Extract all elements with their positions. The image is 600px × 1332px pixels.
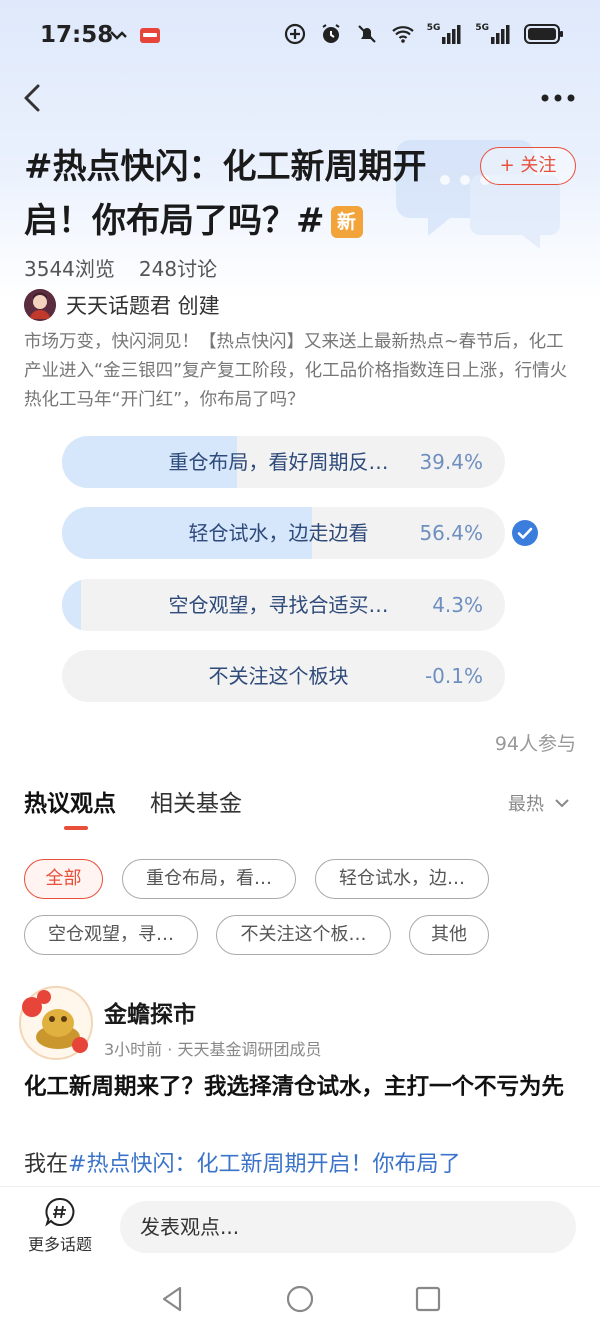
data-saver-icon — [284, 23, 305, 45]
filter-chip-all[interactable]: 全部 — [24, 859, 103, 899]
comment-input[interactable]: 发表观点... — [120, 1201, 576, 1253]
new-badge: 新 — [330, 206, 363, 238]
participant-count: 94人参与 — [494, 733, 576, 755]
tab-hot-opinions[interactable]: 热议观点 — [24, 784, 116, 818]
chevron-down-icon — [555, 799, 569, 808]
more-options-icon[interactable] — [540, 92, 576, 104]
poll-option-percent: 4.3% — [432, 593, 483, 617]
topic-title-text: #热点快闪：化工新周期开启！你布局了吗？# — [24, 147, 427, 241]
view-count: 3544浏览 — [24, 257, 115, 281]
poll-option-percent: 56.4% — [419, 521, 483, 545]
topic-stats: 3544浏览 248讨论 — [24, 253, 217, 282]
post-meta: 3小时前 · 天天基金调研团成员 — [104, 1040, 322, 1059]
nav-recents-square-icon[interactable] — [413, 1284, 443, 1314]
filter-chip-other[interactable]: 其他 — [409, 915, 489, 955]
more-topics-button[interactable]: 更多话题 — [24, 1197, 96, 1255]
notification-icons — [108, 24, 162, 48]
missed-call-icon — [110, 31, 127, 40]
poll-option[interactable]: 重仓布局，看好周期反… 39.4% — [62, 436, 505, 488]
mute-icon — [357, 25, 376, 43]
post-topic-link[interactable]: #热点快闪：化工新周期开启！你布局了 — [68, 1152, 460, 1177]
post-body-prefix: 我在 — [24, 1152, 69, 1177]
filter-chip[interactable]: 不关注这个板… — [216, 915, 391, 955]
poll-option-percent: -0.1% — [424, 664, 483, 688]
network-label: 5G — [426, 23, 441, 33]
bottom-bar: 更多话题 发表观点... — [0, 1186, 600, 1270]
creator-avatar — [24, 289, 56, 321]
wifi-icon — [391, 26, 414, 43]
nav-back-triangle-icon[interactable] — [158, 1284, 188, 1314]
poll-option[interactable]: 空仓观望，寻找合适买… 4.3% — [62, 579, 505, 631]
nav-home-circle-icon[interactable] — [285, 1284, 315, 1314]
creator-row[interactable]: 天天话题君 创建 — [24, 289, 220, 321]
network-label: 5G — [475, 23, 489, 33]
filter-chip[interactable]: 空仓观望，寻… — [24, 915, 198, 955]
filter-chip[interactable]: 重仓布局，看… — [122, 859, 296, 899]
status-bar: 17:58 5G 5G — [0, 0, 600, 72]
sort-label: 最热 — [508, 794, 544, 815]
active-tab-indicator — [64, 826, 88, 830]
post-title[interactable]: 化工新周期来了？我选择清仓试水，主打一个不亏为先 — [24, 1070, 580, 1104]
poll-option[interactable]: 不关注这个板块 -0.1% — [62, 650, 505, 702]
status-time: 17:58 — [40, 22, 114, 48]
hashtag-bubble-icon — [45, 1197, 75, 1227]
discussion-count: 248讨论 — [138, 257, 218, 281]
poll-option-percent: 39.4% — [419, 450, 483, 474]
post-author[interactable]: 金蟾探市 — [104, 995, 196, 1029]
5g-signal-icon: 5G — [475, 23, 512, 45]
app-notification-icon — [140, 28, 160, 43]
alarm-icon — [322, 24, 340, 43]
follow-button[interactable]: + 关注 — [480, 147, 576, 185]
sort-dropdown[interactable]: 最热 — [508, 790, 570, 816]
more-topics-label: 更多话题 — [27, 1235, 92, 1254]
selected-check-icon — [512, 520, 538, 546]
post-body[interactable]: 我在#热点快闪：化工新周期开启！你布局了 — [24, 1146, 580, 1178]
topic-title: #热点快闪：化工新周期开启！你布局了吗？# 新 — [24, 140, 474, 248]
creator-name: 天天话题君 创建 — [66, 294, 220, 318]
back-arrow-icon[interactable] — [18, 82, 50, 114]
tab-related-funds[interactable]: 相关基金 — [150, 784, 242, 818]
battery-icon — [524, 24, 563, 44]
5g-signal-icon: 5G — [427, 23, 464, 45]
discussion-tabs: 热议观点 相关基金 — [24, 784, 242, 818]
system-status-icons: 5G 5G — [283, 22, 564, 46]
system-navigation-bar — [0, 1270, 600, 1332]
author-avatar[interactable] — [18, 985, 94, 1061]
topic-description: 市场万变，快闪洞见！【热点快闪】又来送上最新热点~春节后，化工产业进入“金三银四… — [24, 332, 568, 410]
poll-option[interactable]: 轻仓试水，边走边看 56.4% — [62, 507, 505, 559]
filter-chip[interactable]: 轻仓试水，边… — [315, 859, 489, 899]
